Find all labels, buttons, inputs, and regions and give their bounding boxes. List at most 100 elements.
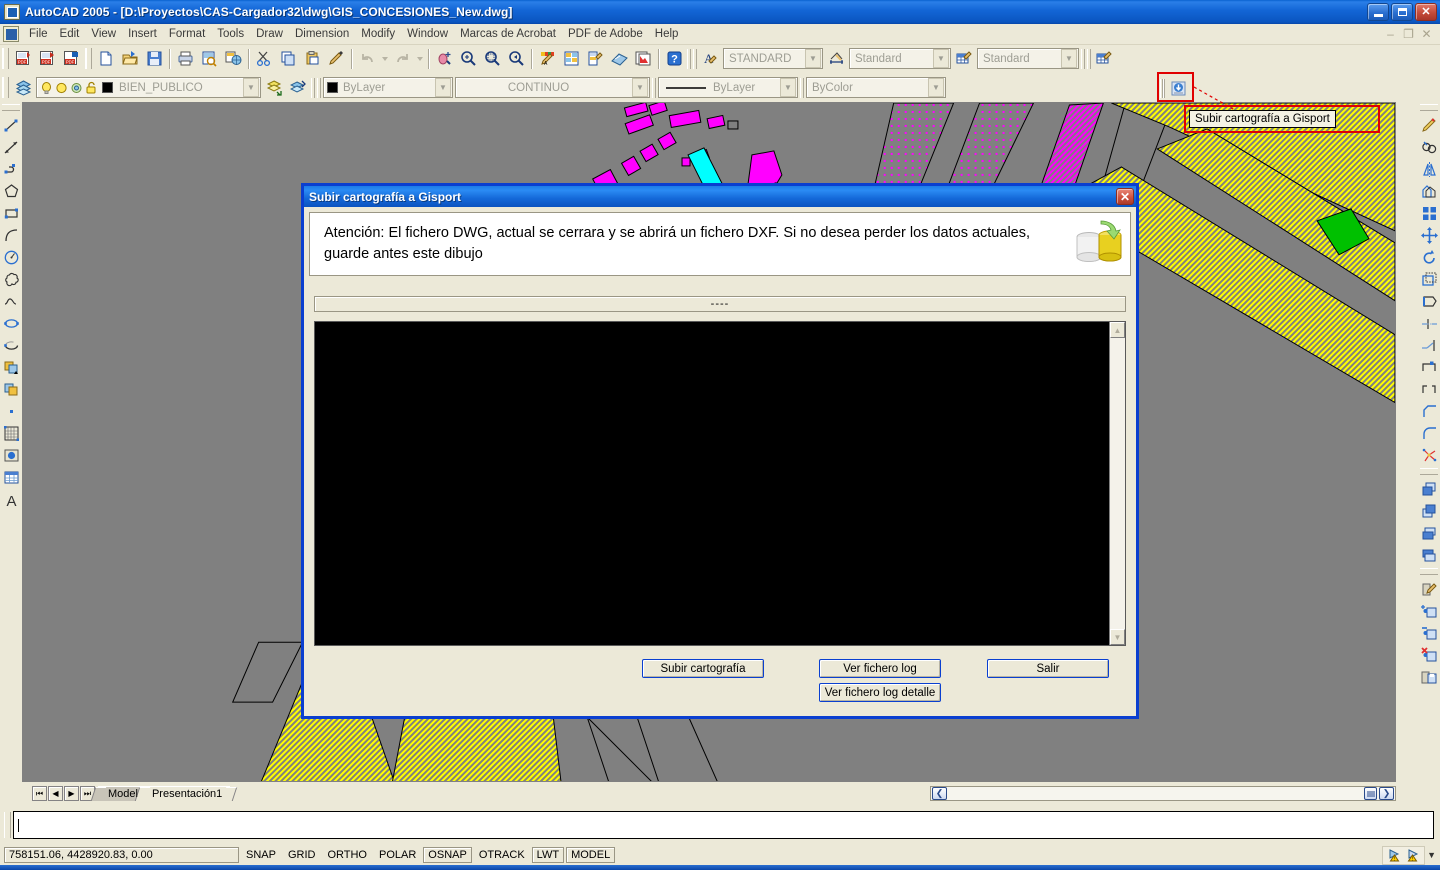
toolbar-grip-properties[interactable] [311, 77, 315, 98]
undo-icon[interactable] [355, 47, 379, 70]
scroll-left-icon[interactable]: ❮ [932, 787, 947, 800]
menu-item-tools[interactable]: Tools [211, 26, 250, 42]
table-icon[interactable] [0, 466, 22, 488]
redo-icon[interactable] [390, 47, 414, 70]
stretch-icon[interactable] [1418, 290, 1440, 312]
layout-tab-presentacion1[interactable]: Presentación1 [141, 786, 231, 801]
dimension-style-icon[interactable] [824, 47, 848, 70]
menu-item-file[interactable]: File [23, 26, 54, 42]
pdf-settings-icon[interactable]: PDF [59, 47, 83, 70]
offset-icon[interactable] [1418, 180, 1440, 202]
move-icon[interactable] [1418, 224, 1440, 246]
toolbar-grip-standard[interactable] [85, 48, 92, 69]
chevron-down-icon[interactable]: ▼ [780, 78, 796, 97]
erase-icon[interactable] [1418, 114, 1440, 136]
doc-close-button[interactable]: ✕ [1419, 27, 1434, 41]
subir-cartografia-button[interactable]: Subir cartografía [642, 659, 764, 678]
next-tab-icon[interactable]: ▶ [64, 786, 79, 801]
ver-fichero-log-button[interactable]: Ver fichero log [819, 659, 941, 678]
menu-item-marcas-acrobat[interactable]: Marcas de Acrobat [454, 26, 562, 42]
menu-item-window[interactable]: Window [401, 26, 454, 42]
insert-block-plus-icon[interactable] [1418, 600, 1440, 622]
chevron-down-icon[interactable]: ▼ [632, 78, 648, 97]
maximize-button[interactable] [1391, 3, 1413, 21]
rectangle-icon[interactable] [0, 202, 22, 224]
explode-icon[interactable] [1418, 444, 1440, 466]
scroll-grip-icon[interactable] [1364, 787, 1377, 800]
break-icon[interactable] [1418, 378, 1440, 400]
menu-item-modify[interactable]: Modify [355, 26, 401, 42]
table-style-combo[interactable]: Standard ▼ [977, 48, 1079, 69]
undo-dropdown-icon[interactable] [379, 47, 390, 70]
table-style-icon[interactable] [952, 47, 976, 70]
break-at-point-icon[interactable] [1418, 356, 1440, 378]
line-icon[interactable] [0, 114, 22, 136]
ellipse-icon[interactable] [0, 312, 22, 334]
scale-icon[interactable] [1418, 268, 1440, 290]
tool-palettes-icon[interactable] [583, 47, 607, 70]
draworder-toolbar-grip[interactable] [1420, 468, 1438, 475]
blocks-toolbar-grip[interactable] [1420, 568, 1438, 575]
plotstyle-combo[interactable]: ByColor ▼ [806, 77, 946, 98]
extend-icon[interactable] [1418, 334, 1440, 356]
paste-icon[interactable] [300, 47, 324, 70]
layer-previous-icon[interactable] [262, 76, 286, 99]
construction-line-icon[interactable] [0, 136, 22, 158]
arc-icon[interactable] [0, 224, 22, 246]
zoom-previous-icon[interactable] [504, 47, 528, 70]
menu-item-format[interactable]: Format [163, 26, 211, 42]
draw-toolbar-grip[interactable] [2, 104, 20, 111]
salir-button[interactable]: Salir [987, 659, 1109, 678]
status-toggle-lwt[interactable]: LWT [531, 847, 565, 863]
new-icon[interactable] [94, 47, 118, 70]
chevron-down-icon[interactable]: ▼ [1061, 49, 1077, 68]
ellipse-arc-icon[interactable] [0, 334, 22, 356]
plot-preview-icon[interactable] [197, 47, 221, 70]
make-object-layer-current-icon[interactable] [286, 76, 310, 99]
toolbar-grip-lineweight[interactable] [652, 77, 656, 98]
save-icon[interactable] [142, 47, 166, 70]
zoom-window-icon[interactable] [480, 47, 504, 70]
log-scroll-track[interactable] [1110, 338, 1125, 629]
chevron-down-icon[interactable]: ▼ [243, 78, 259, 97]
log-output-panel[interactable]: ▲ ▼ [314, 321, 1126, 646]
spline-icon[interactable] [0, 290, 22, 312]
circle-icon[interactable] [0, 246, 22, 268]
log-scroll-down-icon[interactable]: ▼ [1110, 629, 1125, 645]
draworder-front-icon[interactable] [1418, 478, 1440, 500]
rotate-icon[interactable] [1418, 246, 1440, 268]
open-icon[interactable] [118, 47, 142, 70]
draworder-back-icon[interactable] [1418, 500, 1440, 522]
toolbar-grip[interactable] [2, 48, 9, 69]
tray-expand-arrow-icon[interactable]: ▼ [1427, 850, 1436, 860]
fillet-icon[interactable] [1418, 422, 1440, 444]
toolbar-grip-tablestyle[interactable] [1081, 48, 1085, 69]
draworder-below-icon[interactable] [1418, 544, 1440, 566]
layer-properties-manager-icon[interactable] [11, 76, 35, 99]
toolbar-grip-properties2[interactable] [317, 77, 321, 98]
mirror-icon[interactable] [1418, 158, 1440, 180]
markup-set-icon[interactable] [607, 47, 631, 70]
pdf-convert-icon[interactable]: PDF [11, 47, 35, 70]
log-scrollbar[interactable]: ▲ ▼ [1109, 322, 1125, 645]
toolbar-grip-tablestyle2[interactable] [1087, 48, 1091, 69]
region-icon[interactable] [0, 444, 22, 466]
status-toggle-snap[interactable]: SNAP [241, 847, 281, 863]
first-tab-icon[interactable]: ⏮ [32, 786, 47, 801]
cut-icon[interactable] [252, 47, 276, 70]
table-style-icon-2[interactable] [1092, 47, 1116, 70]
publish-icon[interactable] [221, 47, 245, 70]
text-style-icon[interactable]: A [698, 47, 722, 70]
array-icon[interactable] [1418, 202, 1440, 224]
lineweight-combo[interactable]: ByLayer ▼ [658, 77, 798, 98]
doc-restore-button[interactable]: ❐ [1401, 27, 1416, 41]
sheet-set-icon[interactable] [631, 47, 655, 70]
toolbar-grip-styles[interactable] [687, 48, 691, 69]
plot-icon[interactable] [173, 47, 197, 70]
multiline-text-icon[interactable]: A [0, 488, 22, 510]
log-scroll-up-icon[interactable]: ▲ [1110, 322, 1125, 338]
draworder-above-icon[interactable] [1418, 522, 1440, 544]
layer-combo[interactable]: BIEN_PUBLICO ▼ [36, 77, 261, 98]
trim-icon[interactable] [1418, 312, 1440, 334]
modify-toolbar-grip[interactable] [1420, 104, 1438, 111]
